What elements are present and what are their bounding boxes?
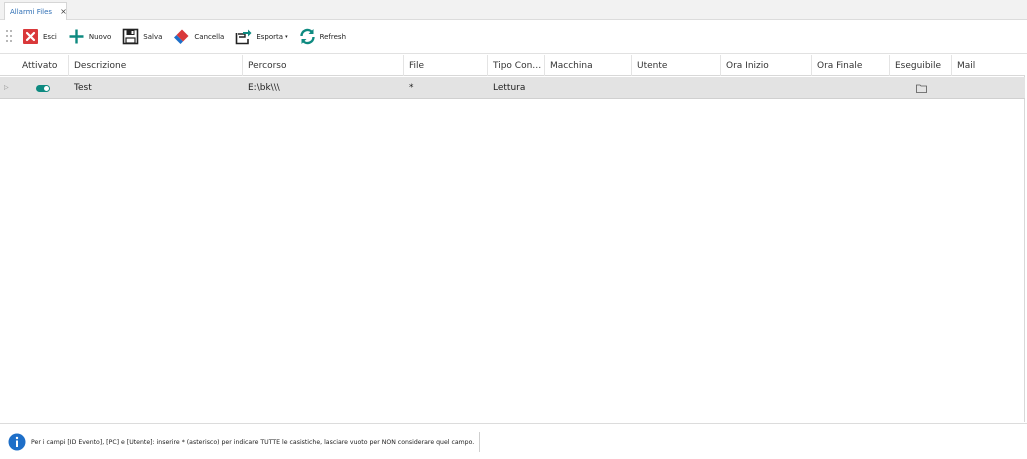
- active-toggle[interactable]: [36, 84, 50, 92]
- cell-attivato[interactable]: [17, 77, 69, 99]
- toolbar-grip-icon[interactable]: [6, 29, 12, 44]
- salva-button[interactable]: Salva: [122, 24, 162, 50]
- row-expand-icon[interactable]: ▷: [4, 84, 9, 91]
- cancella-label: Cancella: [194, 32, 225, 41]
- tab-label: Allarmi Files: [10, 7, 53, 16]
- nuovo-button[interactable]: Nuovo: [68, 24, 111, 50]
- cell-ora-inizio[interactable]: [721, 77, 812, 99]
- esporta-button[interactable]: Esporta ▾: [235, 24, 288, 50]
- close-red-icon: [23, 29, 38, 44]
- column-header-descrizione[interactable]: Descrizione: [69, 55, 243, 76]
- cell-file[interactable]: *: [404, 77, 488, 99]
- tab-close-icon[interactable]: ×: [60, 7, 67, 16]
- cell-macchina[interactable]: [545, 77, 632, 99]
- plus-icon: [69, 29, 84, 44]
- esporta-label: Esporta: [256, 32, 284, 41]
- column-header-file[interactable]: File: [404, 55, 488, 76]
- cell-eseguibile[interactable]: [890, 77, 952, 99]
- column-header-mail[interactable]: Mail: [952, 55, 1025, 76]
- column-header-utente[interactable]: Utente: [632, 55, 721, 76]
- tab-strip: Allarmi Files ×: [0, 0, 1027, 20]
- save-icon: [122, 28, 139, 45]
- status-panel: Per i campi [ID Evento], [PC] e [Utente]…: [8, 432, 481, 452]
- folder-icon[interactable]: [915, 84, 927, 93]
- status-hint-text: Per i campi [ID Evento], [PC] e [Utente]…: [31, 438, 475, 446]
- table-row[interactable]: ▷ Test E:\bk\\\ * Lettura: [0, 77, 1025, 99]
- toolbar: Esci Nuovo Salva Cancella Esporta ▾ Refr…: [0, 20, 1027, 54]
- cell-descrizione[interactable]: Test: [69, 77, 243, 99]
- esci-label: Esci: [43, 32, 57, 41]
- column-header-ora-inizio[interactable]: Ora Inizio: [721, 55, 812, 76]
- export-icon: [236, 29, 252, 45]
- info-icon: [8, 433, 26, 451]
- cell-ora-finale[interactable]: [812, 77, 890, 99]
- column-header-eseguibile[interactable]: Eseguibile: [890, 55, 952, 76]
- cancella-button[interactable]: Cancella: [173, 24, 224, 50]
- column-header-percorso[interactable]: Percorso: [243, 55, 404, 76]
- column-header-tipo[interactable]: Tipo Con…: [488, 55, 545, 76]
- column-header-ora-finale[interactable]: Ora Finale: [812, 55, 890, 76]
- salva-label: Salva: [143, 32, 163, 41]
- esci-button[interactable]: Esci: [22, 24, 57, 50]
- chevron-down-icon: ▾: [285, 33, 288, 40]
- cell-percorso[interactable]: E:\bk\\\: [243, 77, 404, 99]
- refresh-label: Refresh: [319, 32, 347, 41]
- cell-mail[interactable]: [952, 77, 1025, 99]
- alarm-files-grid: Attivato Descrizione Percorso File Tipo …: [0, 55, 1025, 422]
- refresh-icon: [299, 28, 315, 45]
- column-header-attivato[interactable]: Attivato: [17, 55, 69, 76]
- grid-header: Attivato Descrizione Percorso File Tipo …: [0, 55, 1025, 76]
- column-header-macchina[interactable]: Macchina: [545, 55, 632, 76]
- nuovo-label: Nuovo: [88, 32, 112, 41]
- status-bar: Per i campi [ID Evento], [PC] e [Utente]…: [0, 423, 1027, 459]
- refresh-button[interactable]: Refresh: [299, 24, 346, 50]
- eraser-icon: [174, 29, 189, 44]
- cell-utente[interactable]: [632, 77, 721, 99]
- cell-tipo[interactable]: Lettura: [488, 77, 545, 99]
- tab-allarmi-files[interactable]: Allarmi Files ×: [4, 2, 67, 20]
